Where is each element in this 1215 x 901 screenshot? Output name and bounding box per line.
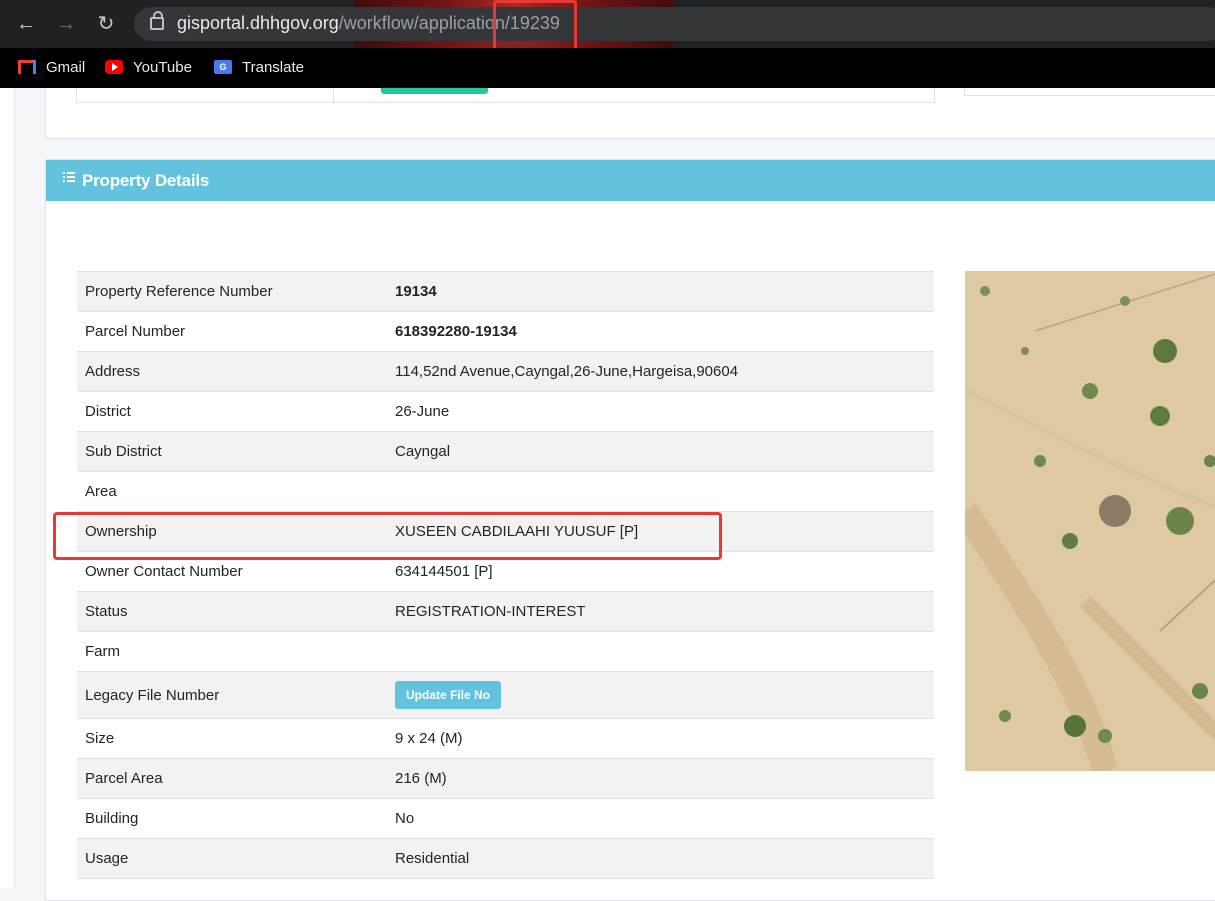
address-bar[interactable]: gisportal.dhhgov.org/workflow/applicatio…	[134, 7, 1215, 41]
detail-label: Building	[77, 798, 387, 839]
detail-label: Size	[77, 718, 387, 759]
detail-label: Status	[77, 591, 387, 632]
table-divider	[333, 88, 334, 102]
detail-value: 216 (M)	[387, 758, 934, 799]
detail-row: Parcel Number 618392280-19134	[77, 311, 934, 352]
detail-value: Cayngal	[387, 431, 934, 472]
translate-icon: G	[214, 60, 232, 74]
detail-row: Sub District Cayngal	[77, 431, 934, 472]
detail-value: Residential	[387, 838, 934, 879]
update-file-no-button[interactable]: Update File No	[395, 681, 502, 709]
ownership-highlight-box	[53, 512, 722, 560]
gmail-icon	[18, 60, 36, 74]
detail-row: Area	[77, 471, 934, 512]
detail-row: Status REGISTRATION-INTEREST	[77, 591, 934, 632]
detail-row: Size 9 x 24 (M)	[77, 718, 934, 759]
bookmark-gmail[interactable]: Gmail	[18, 56, 85, 78]
detail-row: Property Reference Number 19134	[77, 271, 934, 312]
detail-value-strong: 19134	[395, 283, 437, 300]
bookmarks-bar: Gmail YouTube G Translate	[0, 48, 1215, 88]
reload-icon[interactable]: ↻	[92, 10, 120, 38]
detail-label: Address	[77, 351, 387, 392]
detail-label: Farm	[77, 631, 387, 672]
detail-label: Area	[77, 471, 387, 512]
detail-value	[387, 631, 934, 672]
aerial-image	[965, 271, 1215, 771]
detail-label: Usage	[77, 838, 387, 879]
card-header: Property Details	[46, 160, 1215, 201]
detail-row: District 26-June	[77, 391, 934, 432]
bookmark-translate[interactable]: G Translate	[214, 56, 304, 78]
detail-value: No	[387, 798, 934, 839]
detail-value: 19134	[387, 271, 934, 312]
detail-value: REGISTRATION-INTEREST	[387, 591, 934, 632]
detail-label: Parcel Area	[77, 758, 387, 799]
previous-table-bottom	[76, 88, 935, 103]
lock-icon	[150, 11, 164, 30]
card-title: Property Details	[82, 171, 210, 190]
youtube-icon	[105, 60, 123, 74]
detail-label: Sub District	[77, 431, 387, 472]
detail-label: District	[77, 391, 387, 432]
detail-row: Parcel Area 216 (M)	[77, 758, 934, 799]
browser-toolbar: ← → ↻ gisportal.dhhgov.org/workflow/appl…	[0, 0, 1215, 48]
back-icon[interactable]: ←	[12, 10, 40, 38]
property-details-table: Property Reference Number 19134 Parcel Num…	[77, 271, 934, 879]
previous-card	[45, 88, 1215, 139]
list-icon	[63, 172, 75, 183]
aerial-map	[965, 271, 1215, 771]
detail-row: Legacy File Number Update File No	[77, 671, 934, 719]
bookmark-label: YouTube	[133, 58, 192, 76]
url-path: /workflow/applica	[338, 13, 476, 33]
url-id-highlight-box	[493, 0, 577, 48]
detail-value-strong: 618392280-19134	[395, 323, 517, 340]
forward-icon[interactable]: →	[52, 10, 80, 38]
detail-value: Update File No	[387, 671, 934, 719]
detail-label: Parcel Number	[77, 311, 387, 352]
green-button-edge[interactable]	[381, 88, 488, 94]
detail-label: Property Reference Number	[77, 271, 387, 312]
detail-value: 9 x 24 (M)	[387, 718, 934, 759]
bookmark-label: Gmail	[46, 58, 86, 76]
bookmark-youtube[interactable]: YouTube	[105, 56, 192, 78]
detail-value: 26-June	[387, 391, 934, 432]
detail-value	[387, 471, 934, 512]
url-host: gisportal.dhhgov.org	[177, 13, 339, 33]
detail-label: Legacy File Number	[77, 671, 387, 719]
detail-row: Building No	[77, 798, 934, 839]
previous-right-box	[964, 88, 1215, 96]
detail-row: Address 114,52nd Avenue,Cayngal,26-June,H…	[77, 351, 934, 392]
page-left-strip	[0, 88, 15, 888]
detail-value: 114,52nd Avenue,Cayngal,26-June,Hargeisa…	[387, 351, 934, 392]
detail-row: Farm	[77, 631, 934, 672]
detail-row: Usage Residential	[77, 838, 934, 879]
detail-value: 618392280-19134	[387, 311, 934, 352]
bookmark-label: Translate	[242, 58, 304, 76]
